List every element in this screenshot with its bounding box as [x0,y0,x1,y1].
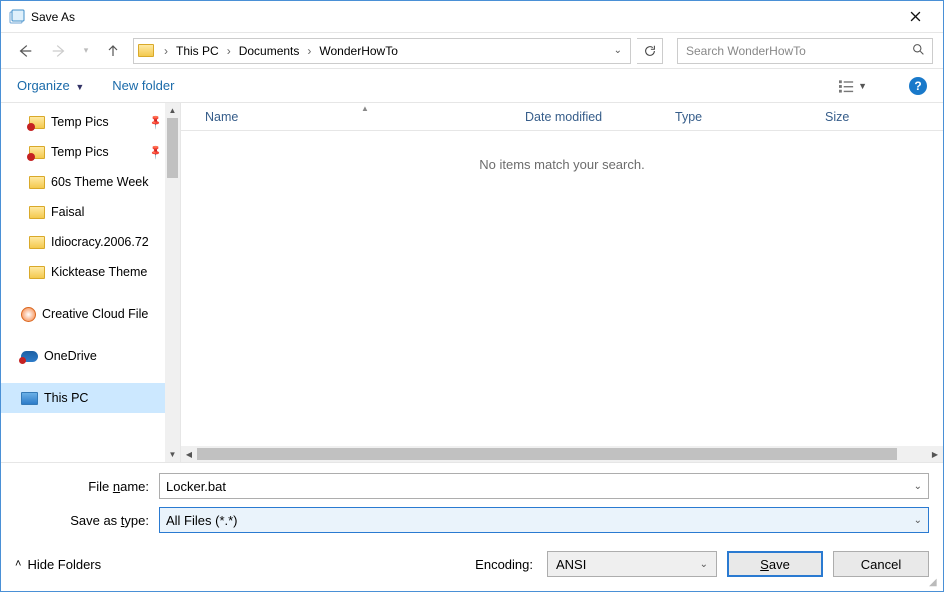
tree-item-label: OneDrive [44,349,97,363]
folder-icon [29,266,45,279]
refresh-button[interactable] [637,38,663,64]
forward-button[interactable] [45,37,73,65]
folder-icon [29,236,45,249]
scroll-down-icon[interactable]: ▼ [165,447,180,462]
column-headers: Name ▲ Date modified Type Size [181,103,943,131]
scrollbar-thumb[interactable] [197,448,897,460]
tree-item-label: Idiocracy.2006.72 [51,235,149,249]
empty-message: No items match your search. [181,131,943,446]
hide-folders-button[interactable]: ˄ Hide Folders [15,557,101,572]
save-as-dialog: Save As ▾ › This PC › Documents › Wonder… [0,0,944,592]
encoding-label: Encoding: [475,557,533,572]
file-name-label: File name: [15,479,159,494]
search-box[interactable] [677,38,933,64]
scroll-right-icon[interactable]: ▶ [927,446,943,462]
chevron-right-icon: › [223,44,235,58]
onedrive-icon [21,351,38,362]
folder-icon [29,146,45,159]
window-title: Save As [31,10,75,24]
form-area: File name: Locker.bat ⌄ Save as type: Al… [1,463,943,541]
tree-item[interactable]: Temp Pics 📌 [1,137,180,167]
search-icon [910,43,926,59]
scroll-up-icon[interactable]: ▲ [165,103,180,118]
chevron-down-icon: ▼ [858,81,867,91]
tree-item[interactable]: Creative Cloud File [1,299,180,329]
scrollbar-vertical[interactable]: ▲ ▼ [165,103,180,462]
tree-item-label: Faisal [51,205,84,219]
tree-item-label: Temp Pics [51,145,109,159]
footer: ˄ Hide Folders Encoding: ANSI ⌄ Save Can… [1,541,943,591]
pin-icon: 📌 [147,114,164,131]
help-button[interactable]: ? [909,77,927,95]
breadcrumb-item[interactable]: WonderHowTo [315,44,401,58]
breadcrumb[interactable]: › This PC › Documents › WonderHowTo ⌄ [133,38,631,64]
recent-dropdown[interactable]: ▾ [79,37,93,65]
new-folder-button[interactable]: New folder [112,78,174,93]
column-header-date[interactable]: Date modified [525,110,675,124]
back-button[interactable] [11,37,39,65]
search-input[interactable] [684,43,910,59]
folder-icon [138,43,156,59]
file-list-area: Name ▲ Date modified Type Size No items … [181,103,943,462]
organize-menu[interactable]: Organize ▼ [17,78,84,93]
tree-item[interactable]: Faisal [1,197,180,227]
breadcrumb-item[interactable]: Documents [235,44,304,58]
save-as-type-label: Save as type: [15,513,159,528]
chevron-down-icon[interactable]: ⌄ [700,559,708,570]
address-bar: ▾ › This PC › Documents › WonderHowTo ⌄ [1,33,943,69]
tree-item[interactable]: Idiocracy.2006.72 [1,227,180,257]
tree-item[interactable]: Kicktease Theme [1,257,180,287]
chevron-down-icon: ▼ [75,82,84,92]
scrollbar-horizontal[interactable]: ◀ ▶ [181,446,943,462]
pin-icon: 📌 [147,144,164,161]
this-pc-icon [21,392,38,405]
chevron-right-icon: › [160,44,172,58]
tree-item-label: Creative Cloud File [42,307,148,321]
tree-item[interactable]: This PC [1,383,180,413]
save-as-type-select[interactable]: All Files (*.*) ⌄ [159,507,929,533]
save-button[interactable]: Save [727,551,823,577]
titlebar: Save As [1,1,943,33]
tree-item[interactable]: Temp Pics 📌 [1,107,180,137]
file-name-input[interactable]: Locker.bat ⌄ [159,473,929,499]
encoding-select[interactable]: ANSI ⌄ [547,551,717,577]
up-button[interactable] [99,37,127,65]
tree-item-label: This PC [44,391,88,405]
chevron-down-icon[interactable]: ⌄ [914,481,922,492]
breadcrumb-item[interactable]: This PC [172,44,223,58]
chevron-up-icon: ˄ [15,558,21,570]
folder-icon [29,206,45,219]
app-icon [9,9,25,25]
folder-icon [29,116,45,129]
creative-cloud-icon [21,307,36,322]
column-header-name[interactable]: Name ▲ [205,110,525,124]
toolbar: Organize ▼ New folder ▼ ? [1,69,943,103]
chevron-down-icon[interactable]: ⌄ [914,515,922,526]
sort-indicator-icon: ▲ [361,104,369,113]
close-button[interactable] [895,3,935,31]
scroll-left-icon[interactable]: ◀ [181,446,197,462]
view-options-button[interactable]: ▼ [839,79,867,93]
tree-item[interactable]: OneDrive [1,341,180,371]
tree-item-label: Kicktease Theme [51,265,147,279]
folder-icon [29,176,45,189]
tree-item[interactable]: 60s Theme Week [1,167,180,197]
body: Temp Pics 📌 Temp Pics 📌 60s Theme Week Faisal… [1,103,943,463]
tree-item-label: Temp Pics [51,115,109,129]
navigation-pane: Temp Pics 📌 Temp Pics 📌 60s Theme Week Faisal… [1,103,181,462]
scrollbar-thumb[interactable] [167,118,178,178]
chevron-right-icon: › [303,44,315,58]
tree-item-label: 60s Theme Week [51,175,149,189]
column-header-type[interactable]: Type [675,110,825,124]
chevron-down-icon[interactable]: ⌄ [614,45,626,56]
cancel-button[interactable]: Cancel [833,551,929,577]
column-header-size[interactable]: Size [825,110,943,124]
